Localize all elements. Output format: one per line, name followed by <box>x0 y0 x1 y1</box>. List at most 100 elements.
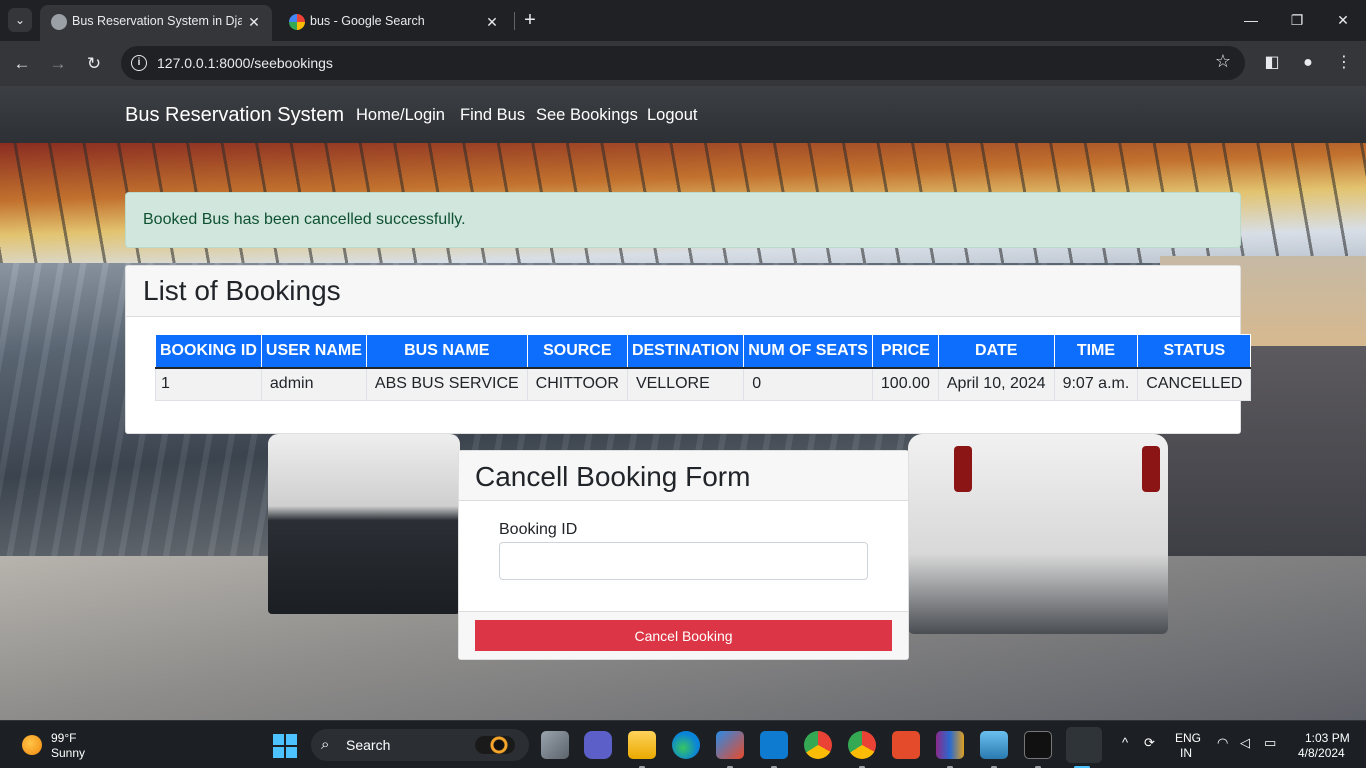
search-highlight-icon <box>475 736 515 754</box>
taskbar-search-label: Search <box>346 737 391 753</box>
weather-temperature[interactable]: 99°F <box>51 731 76 745</box>
web-page: Bus Reservation System Home/Login Find B… <box>0 86 1366 720</box>
sun-icon[interactable] <box>22 735 42 755</box>
column-header-source: SOURCE <box>526 334 628 369</box>
profile-icon[interactable]: ● <box>1296 51 1320 75</box>
edge-icon[interactable] <box>672 731 700 759</box>
windows-start-icon[interactable] <box>273 734 297 758</box>
cell-status: CANCELLED <box>1137 367 1252 401</box>
globe-icon <box>51 14 67 30</box>
table-row: 1 admin ABS BUS SERVICE CHITTOOR VELLORE… <box>155 367 1252 401</box>
url-text[interactable]: 127.0.0.1:8000/seebookings <box>157 55 333 71</box>
column-header-status: STATUS <box>1137 334 1252 369</box>
cell-date: April 10, 2024 <box>937 367 1055 401</box>
cell-bus-name: ABS BUS SERVICE <box>365 367 528 401</box>
control-panel-icon[interactable] <box>980 731 1008 759</box>
close-tab-icon[interactable]: ✕ <box>244 12 264 32</box>
language-indicator[interactable]: ENG <box>1175 731 1201 745</box>
nav-link-see-bookings[interactable]: See Bookings <box>536 106 638 125</box>
bookings-card-header: List of Bookings <box>126 266 1240 317</box>
active-chrome-icon[interactable] <box>1066 727 1102 763</box>
browser-tabstrip: ⌄ Bus Reservation System in Djan ✕ bus -… <box>0 0 1366 41</box>
column-header-user-name: USER NAME <box>260 334 367 369</box>
table-header-row: BOOKING ID USER NAME BUS NAME SOURCE DES… <box>155 334 1252 369</box>
column-header-bus-name: BUS NAME <box>365 334 528 369</box>
form-header: Cancell Booking Form <box>459 451 908 501</box>
close-tab-icon[interactable]: ✕ <box>482 12 502 32</box>
form-title: Cancell Booking Form <box>475 461 751 492</box>
form-footer: Cancel Booking <box>459 611 908 659</box>
cell-user-name: admin <box>260 367 367 401</box>
cell-booking-id: 1 <box>155 367 262 401</box>
forward-arrow-icon[interactable]: → <box>45 51 71 77</box>
terminal-icon[interactable] <box>1024 731 1052 759</box>
windows-taskbar: 99°F Sunny ⌕ Search ^ ⟳ ENG IN ◠ ◁ ▭ 1:0… <box>0 720 1366 768</box>
cancel-booking-button[interactable]: Cancel Booking <box>475 620 892 651</box>
column-header-date: DATE <box>937 334 1055 369</box>
browser-tab-google[interactable]: bus - Google Search ✕ <box>278 5 510 41</box>
microsoft-store-icon[interactable] <box>716 731 744 759</box>
bookmark-star-icon[interactable]: ☆ <box>1215 51 1231 72</box>
vscode-icon[interactable] <box>760 731 788 759</box>
alert-message: Booked Bus has been cancelled successful… <box>143 211 466 228</box>
task-view-icon[interactable] <box>541 731 569 759</box>
wifi-icon[interactable]: ◠ <box>1217 735 1228 751</box>
cell-time: 9:07 a.m. <box>1053 367 1139 401</box>
column-header-num-of-seats: NUM OF SEATS <box>743 334 873 369</box>
close-window-icon[interactable]: ✕ <box>1320 0 1366 40</box>
battery-icon[interactable]: ▭ <box>1264 735 1276 751</box>
booking-id-input[interactable] <box>499 542 868 580</box>
teams-meet-icon[interactable] <box>584 731 612 759</box>
menu-dots-icon[interactable]: ⋮ <box>1332 51 1356 75</box>
success-alert: Booked Bus has been cancelled successful… <box>125 192 1241 248</box>
sync-icon[interactable]: ⟳ <box>1144 735 1155 751</box>
weather-condition[interactable]: Sunny <box>51 746 85 760</box>
back-arrow-icon[interactable]: ← <box>9 51 35 77</box>
nav-link-home-login[interactable]: Home/Login <box>356 106 445 125</box>
booking-id-label: Booking ID <box>499 521 578 538</box>
file-explorer-icon[interactable] <box>628 731 656 759</box>
column-header-time: TIME <box>1053 334 1139 369</box>
chrome-icon[interactable] <box>804 731 832 759</box>
winrar-icon[interactable] <box>936 731 964 759</box>
nav-link-logout[interactable]: Logout <box>647 106 697 125</box>
pdf-reader-icon[interactable] <box>892 731 920 759</box>
nav-link-find-bus[interactable]: Find Bus <box>460 106 525 125</box>
cell-destination: VELLORE <box>626 367 745 401</box>
address-bar[interactable]: i 127.0.0.1:8000/seebookings ☆ <box>121 46 1245 80</box>
tab-separator <box>514 12 515 30</box>
chrome-profile-icon[interactable] <box>848 731 876 759</box>
cancel-booking-form: Cancell Booking Form Booking ID Cancel B… <box>458 450 909 660</box>
clock-date[interactable]: 4/8/2024 <box>1298 746 1345 760</box>
bookings-table: BOOKING ID USER NAME BUS NAME SOURCE DES… <box>155 334 1252 401</box>
new-tab-icon[interactable]: + <box>519 9 541 31</box>
tab-title: Bus Reservation System in Djan <box>72 14 242 28</box>
language-region[interactable]: IN <box>1180 746 1192 760</box>
reload-icon[interactable]: ↻ <box>81 51 107 77</box>
navbar-brand[interactable]: Bus Reservation System <box>125 104 344 127</box>
cell-num-of-seats: 0 <box>743 367 873 401</box>
search-icon: ⌕ <box>321 736 330 753</box>
column-header-price: PRICE <box>871 334 939 369</box>
column-header-booking-id: BOOKING ID <box>155 334 262 369</box>
side-panel-icon[interactable]: ◧ <box>1260 51 1284 75</box>
restore-icon[interactable]: ❐ <box>1274 0 1320 40</box>
cell-source: CHITTOOR <box>526 367 628 401</box>
site-navbar: Bus Reservation System Home/Login Find B… <box>0 86 1366 143</box>
google-icon <box>289 14 305 30</box>
minimize-icon[interactable]: — <box>1228 0 1274 40</box>
taskbar-search-box[interactable]: ⌕ Search <box>311 729 529 761</box>
bookings-card: List of Bookings BOOKING ID USER NAME BU… <box>125 265 1252 434</box>
browser-tab-active[interactable]: Bus Reservation System in Djan ✕ <box>40 5 272 41</box>
cell-price: 100.00 <box>871 367 939 401</box>
show-hidden-icons-icon[interactable]: ^ <box>1122 735 1128 750</box>
bookings-title: List of Bookings <box>143 275 341 306</box>
browser-toolbar: ← → ↻ i 127.0.0.1:8000/seebookings ☆ ◧ ●… <box>0 41 1366 86</box>
clock-time[interactable]: 1:03 PM <box>1305 731 1350 745</box>
tab-title: bus - Google Search <box>310 14 425 28</box>
background-bus-rear <box>908 434 1168 634</box>
volume-icon[interactable]: ◁ <box>1240 735 1250 751</box>
background-bus-front <box>268 434 460 614</box>
site-info-icon[interactable]: i <box>131 55 147 71</box>
tab-search-chevron-icon[interactable]: ⌄ <box>8 8 32 32</box>
